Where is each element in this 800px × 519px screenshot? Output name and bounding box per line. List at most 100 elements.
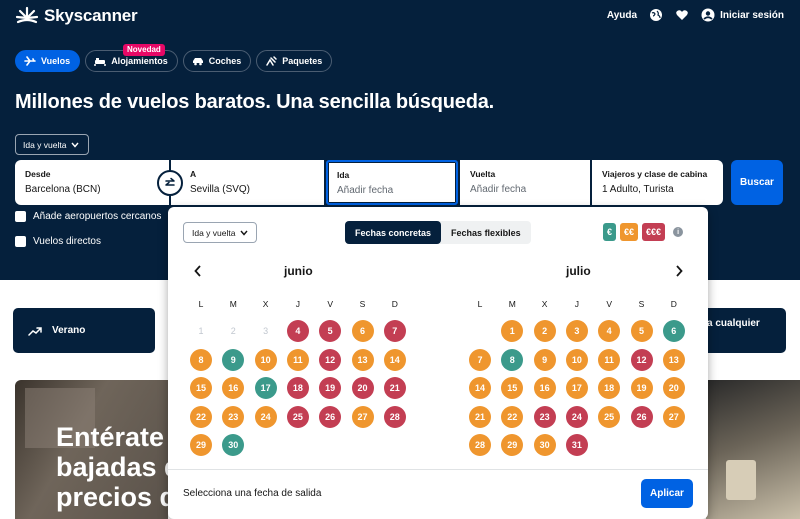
calendar-day[interactable]: 21 [469, 405, 491, 428]
calendar-hint: Selecciona una fecha de salida [183, 488, 322, 499]
calendar-day[interactable]: 24 [254, 405, 277, 428]
calendar-day[interactable]: 2 [533, 320, 556, 342]
calendar-day[interactable]: 27 [662, 405, 685, 428]
apply-button[interactable]: Aplicar [641, 479, 693, 508]
calendar-day[interactable]: 5 [319, 320, 342, 342]
calendar-day[interactable]: 18 [598, 377, 621, 399]
calendar-day[interactable]: 29 [190, 434, 212, 456]
calendar-day[interactable]: 6 [662, 320, 685, 342]
calendar-day[interactable]: 20 [351, 377, 374, 399]
calendar-day[interactable]: 3 [565, 320, 588, 342]
calendar-day[interactable]: 6 [351, 320, 374, 342]
calendar-day[interactable]: 21 [383, 377, 406, 399]
return-date-field[interactable]: Vuelta Añadir fecha [460, 160, 590, 205]
calendar-day[interactable]: 9 [533, 348, 556, 371]
calendar-day[interactable]: 14 [383, 348, 406, 371]
skyscanner-logo[interactable]: Skyscanner [15, 6, 138, 26]
calendar-day[interactable]: 10 [565, 348, 588, 371]
calendar-day[interactable]: 31 [565, 434, 588, 456]
calendar-day[interactable]: 23 [222, 405, 245, 428]
calendar-day[interactable]: 11 [598, 348, 621, 371]
legend-medium: €€ [620, 223, 639, 241]
login-button[interactable]: Iniciar sesión [701, 8, 784, 22]
calendar-day[interactable]: 4 [286, 320, 309, 342]
tab-flexible-dates[interactable]: Fechas flexibles [441, 221, 531, 244]
travellers-field[interactable]: Viajeros y clase de cabina 1 Adulto, Tur… [592, 160, 723, 205]
explore-card-anywhere[interactable]: a cualquier [700, 308, 786, 353]
calendar-day[interactable]: 25 [286, 405, 309, 428]
depart-date-field[interactable]: Ida Añadir fecha [326, 160, 458, 205]
tab-specific-dates[interactable]: Fechas concretas [345, 221, 442, 244]
search-button[interactable]: Buscar [731, 160, 783, 205]
calendar-day[interactable]: 25 [598, 405, 621, 428]
calendar-day[interactable]: 22 [501, 405, 524, 428]
calendar-day[interactable]: 11 [286, 348, 309, 371]
calendar-day[interactable]: 28 [383, 405, 406, 428]
calendar-day[interactable]: 4 [598, 320, 621, 342]
calendar-day[interactable]: 1 [501, 320, 524, 342]
calendar-day[interactable]: 19 [319, 377, 342, 399]
info-icon[interactable]: i [673, 227, 684, 237]
nearby-airports-checkbox[interactable]: Añade aeropuertos cercanos [15, 211, 161, 222]
login-label: Iniciar sesión [720, 9, 784, 21]
prev-month-button[interactable] [193, 264, 203, 281]
calendar-trip-type-select[interactable]: Ida y vuelta [183, 222, 257, 243]
globe-icon[interactable] [649, 8, 663, 22]
brand-name: Skyscanner [44, 6, 138, 25]
explore-card-summer[interactable]: Verano [13, 308, 155, 353]
calendar-day[interactable]: 5 [630, 320, 653, 342]
calendar-day[interactable]: 16 [222, 377, 245, 399]
calendar-day[interactable]: 15 [190, 377, 212, 399]
trip-type-value: Ida y vuelta [23, 139, 67, 150]
calendar-day[interactable]: 17 [565, 377, 588, 399]
calendar-day[interactable]: 13 [662, 348, 685, 371]
calendar-day[interactable]: 30 [533, 434, 556, 456]
next-month-button[interactable] [674, 264, 684, 281]
car-icon [192, 58, 203, 66]
weekday-label: L [198, 299, 204, 309]
checkbox-box[interactable] [15, 211, 26, 222]
tab-flights[interactable]: Vuelos [15, 50, 81, 72]
calendar-day[interactable]: 7 [469, 348, 491, 371]
calendar-day[interactable]: 8 [501, 348, 524, 371]
trip-type-select[interactable]: Ida y vuelta [15, 134, 89, 155]
calendar-day[interactable]: 27 [351, 405, 374, 428]
calendar-day[interactable]: 13 [351, 348, 374, 371]
calendar-day[interactable]: 22 [190, 405, 212, 428]
calendar-day[interactable]: 18 [286, 377, 309, 399]
calendar-day[interactable]: 9 [222, 348, 245, 371]
calendar-day[interactable]: 19 [630, 377, 653, 399]
calendar-day[interactable]: 26 [319, 405, 342, 428]
nearby-airports-label: Añade aeropuertos cercanos [33, 211, 162, 222]
calendar-day[interactable]: 10 [254, 348, 277, 371]
promo-banner[interactable]: Entérate bajadas d precios d [15, 380, 168, 519]
heart-icon[interactable] [675, 8, 689, 22]
checkbox-box[interactable] [15, 236, 26, 247]
tab-packages[interactable]: Paquetes [256, 50, 333, 72]
calendar-day[interactable]: 30 [222, 434, 245, 456]
tab-cars[interactable]: Coches [182, 50, 252, 72]
calendar-day[interactable]: 17 [254, 377, 277, 399]
calendar-day[interactable]: 16 [533, 377, 556, 399]
calendar-day[interactable]: 7 [383, 320, 406, 342]
calendar-day[interactable]: 26 [630, 405, 653, 428]
swap-button[interactable] [157, 170, 183, 196]
calendar-day[interactable]: 12 [630, 348, 653, 371]
to-field[interactable]: A Sevilla (SVQ) [171, 160, 324, 205]
help-link[interactable]: Ayuda [607, 10, 637, 21]
promo-line: bajadas d [56, 452, 168, 482]
calendar-day[interactable]: 24 [565, 405, 588, 428]
travellers-value: 1 Adulto, Turista [602, 184, 674, 195]
calendar-day[interactable]: 15 [501, 377, 524, 399]
calendar-day[interactable]: 14 [469, 377, 491, 399]
calendar-day[interactable]: 20 [662, 377, 685, 399]
calendar-day[interactable]: 12 [319, 348, 342, 371]
from-field[interactable]: Desde Barcelona (BCN) [15, 160, 169, 205]
direct-flights-checkbox[interactable]: Vuelos directos [15, 236, 101, 247]
calendar-day[interactable]: 28 [469, 434, 491, 456]
calendar-day[interactable]: 8 [190, 348, 212, 371]
calendar-day[interactable]: 23 [533, 405, 556, 428]
month-title-june: junio [284, 264, 313, 278]
tab-cars-label: Coches [208, 56, 242, 66]
calendar-day[interactable]: 29 [501, 434, 524, 456]
